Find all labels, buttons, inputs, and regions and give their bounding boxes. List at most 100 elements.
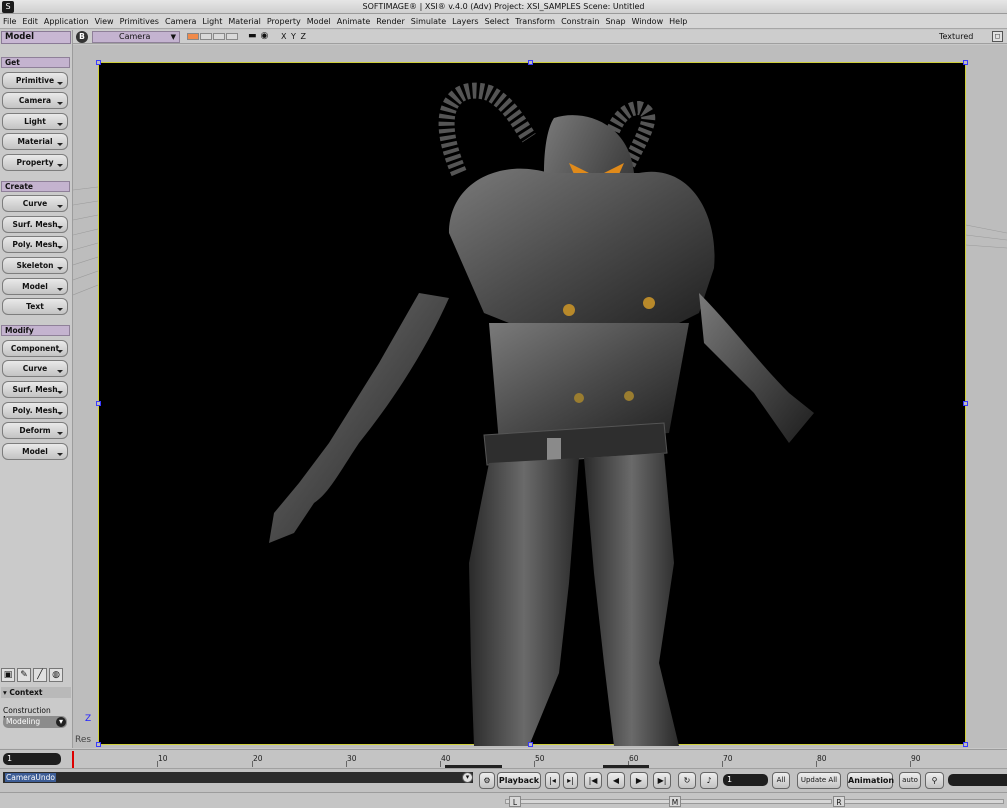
create-curve-button[interactable]: Curve <box>2 195 68 212</box>
animation-menu-button[interactable]: Animation <box>847 772 894 789</box>
menu-application[interactable]: Application <box>44 17 89 26</box>
camera-icon[interactable]: ▬ <box>248 31 257 41</box>
mouse-right-hint <box>834 799 1004 804</box>
command-dropdown-icon[interactable]: ▾ <box>462 772 473 783</box>
timeline-playhead[interactable] <box>72 751 74 768</box>
frame-handle[interactable] <box>963 60 968 65</box>
menu-bar: File Edit Application View Primitives Ca… <box>0 14 1007 29</box>
frame-handle[interactable] <box>963 401 968 406</box>
command-line[interactable]: CameraUndo <box>3 772 473 783</box>
timeline-tick: 20 <box>253 754 263 763</box>
memo-cam-slot-4[interactable] <box>226 33 238 40</box>
maximize-viewport-icon[interactable]: ◻ <box>992 31 1003 42</box>
autokey-button[interactable]: auto <box>899 772 921 789</box>
menu-transform[interactable]: Transform <box>515 17 555 26</box>
context-header[interactable]: ▾ Context <box>1 687 71 698</box>
render-sphere-icon[interactable]: ◍ <box>49 668 63 682</box>
memo-cam-slot-2[interactable] <box>200 33 212 40</box>
menu-light[interactable]: Light <box>202 17 222 26</box>
menu-file[interactable]: File <box>3 17 16 26</box>
memo-cam-slot-3[interactable] <box>213 33 225 40</box>
playback-menu-button[interactable]: Playback <box>497 772 541 789</box>
character-model-render <box>269 82 814 746</box>
get-material-button[interactable]: Material <box>2 133 68 150</box>
viewport-letter-button[interactable]: B <box>76 31 88 43</box>
modify-component-button[interactable]: Component <box>2 340 68 357</box>
tools-icon[interactable]: ✎ <box>17 668 31 682</box>
menu-material[interactable]: Material <box>228 17 261 26</box>
menu-simulate[interactable]: Simulate <box>411 17 446 26</box>
menu-edit[interactable]: Edit <box>22 17 38 26</box>
modify-poly-mesh-button[interactable]: Poly. Mesh <box>2 402 68 419</box>
window-title: SOFTIMAGE® | XSI® v.4.0 (Adv) Project: X… <box>362 2 645 11</box>
create-skeleton-button[interactable]: Skeleton <box>2 257 68 274</box>
play-forward-icon[interactable]: ▶ <box>630 772 648 789</box>
rewind-icon[interactable]: |◀ <box>584 772 602 789</box>
modify-model-button[interactable]: Model <box>2 443 68 460</box>
menu-model[interactable]: Model <box>307 17 331 26</box>
create-poly-mesh-button[interactable]: Poly. Mesh <box>2 236 68 253</box>
create-text-button[interactable]: Text <box>2 298 68 315</box>
audio-icon[interactable]: ♪ <box>700 772 718 789</box>
menu-view[interactable]: View <box>95 17 114 26</box>
first-frame-icon[interactable]: |◂ <box>545 772 560 789</box>
frame-handle[interactable] <box>96 742 101 747</box>
playback-options-icon[interactable]: ⚙ <box>479 772 495 789</box>
menu-window[interactable]: Window <box>632 17 664 26</box>
construction-mode-select[interactable]: Modeling <box>3 716 67 728</box>
timeline-ruler[interactable]: 10 20 30 40 50 60 70 80 90 <box>70 750 1003 769</box>
modify-surf-mesh-button[interactable]: Surf. Mesh <box>2 381 68 398</box>
menu-primitives[interactable]: Primitives <box>120 17 159 26</box>
create-surf-mesh-button[interactable]: Surf. Mesh <box>2 216 68 233</box>
fast-forward-icon[interactable]: ▶| <box>653 772 671 789</box>
timeline-start-frame[interactable]: 1 <box>3 753 61 765</box>
keyframe-field[interactable] <box>948 774 1007 786</box>
all-button[interactable]: All <box>772 772 790 789</box>
eye-icon[interactable]: ◉ <box>261 31 269 41</box>
viewport-camera-select[interactable]: Camera <box>92 31 180 43</box>
command-text: CameraUndo <box>5 773 57 782</box>
mouse-left-label: L <box>509 796 521 807</box>
toolbar-mode-title[interactable]: Model <box>1 31 71 44</box>
update-all-button[interactable]: Update All <box>797 772 841 789</box>
viewport-icons: ▬ ◉ <box>248 31 268 41</box>
menu-property[interactable]: Property <box>267 17 301 26</box>
timeline-tickmark <box>534 761 535 767</box>
last-frame-icon[interactable]: ▸| <box>563 772 578 789</box>
frame-handle[interactable] <box>96 60 101 65</box>
timeline-tick: 30 <box>347 754 357 763</box>
frame-handle[interactable] <box>528 60 533 65</box>
menu-camera[interactable]: Camera <box>165 17 196 26</box>
get-property-button[interactable]: Property <box>2 154 68 171</box>
status-bar: L M R <box>0 792 1007 808</box>
viewport-axes[interactable]: X Y Z <box>281 32 307 41</box>
menu-layers[interactable]: Layers <box>452 17 478 26</box>
cubes-icon[interactable]: ▣ <box>1 668 15 682</box>
modify-deform-button[interactable]: Deform <box>2 422 68 439</box>
menu-render[interactable]: Render <box>376 17 404 26</box>
memo-cam-slot-1[interactable] <box>187 33 199 40</box>
create-model-button[interactable]: Model <box>2 278 68 295</box>
menu-snap[interactable]: Snap <box>605 17 625 26</box>
menu-select[interactable]: Select <box>485 17 510 26</box>
key-icon[interactable]: ⚲ <box>925 772 944 789</box>
loop-icon[interactable]: ↻ <box>678 772 696 789</box>
menu-help[interactable]: Help <box>669 17 687 26</box>
timeline-tickmark <box>722 761 723 767</box>
get-camera-button[interactable]: Camera <box>2 92 68 109</box>
frame-handle[interactable] <box>963 742 968 747</box>
menu-animate[interactable]: Animate <box>337 17 371 26</box>
frame-handle[interactable] <box>96 401 101 406</box>
get-primitive-button[interactable]: Primitive <box>2 72 68 89</box>
modify-curve-button[interactable]: Curve <box>2 360 68 377</box>
timeline[interactable]: 1 10 20 30 40 50 60 70 80 90 <box>0 749 1007 768</box>
play-backward-icon[interactable]: ◀ <box>607 772 625 789</box>
menu-constrain[interactable]: Constrain <box>561 17 599 26</box>
display-mode-select[interactable]: Textured <box>939 32 973 41</box>
wrench-icon[interactable]: ╱ <box>33 668 47 682</box>
current-frame-field[interactable]: 1 <box>723 774 768 786</box>
viewport[interactable]: Z Res <box>73 45 1007 748</box>
frame-handle[interactable] <box>528 742 533 747</box>
mouse-middle-label: M <box>669 796 681 807</box>
get-light-button[interactable]: Light <box>2 113 68 130</box>
